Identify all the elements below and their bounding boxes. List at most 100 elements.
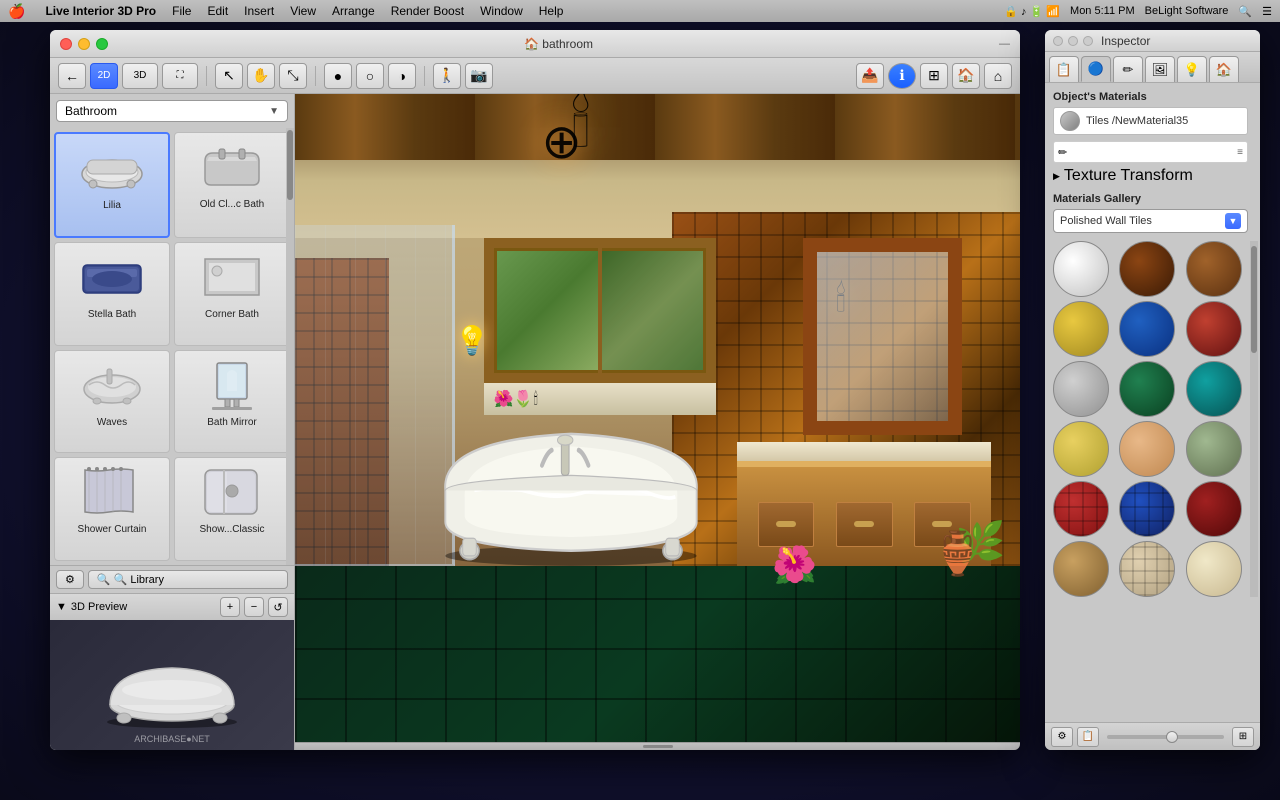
inspector-tl-2	[1068, 36, 1078, 46]
inspector-body: Object's Materials Tiles /NewMaterial35 …	[1045, 83, 1260, 750]
toolbar-pointer-btn[interactable]: ↖	[215, 63, 243, 89]
material-ball-white[interactable]	[1053, 241, 1109, 297]
toolbar-back-btn[interactable]: ←	[58, 63, 86, 89]
materials-grid-wrapper	[1053, 241, 1248, 597]
toolbar-3d-btn[interactable]: 3D	[122, 63, 158, 89]
menu-window[interactable]: Window	[480, 4, 523, 18]
window-titlebar: 🏠 bathroom —	[50, 30, 1020, 58]
inspector-footer-slider[interactable]	[1107, 735, 1224, 739]
preview-header[interactable]: ▼ 3D Preview + − ↺	[50, 594, 294, 620]
current-material-item[interactable]: Tiles /NewMaterial35	[1053, 107, 1248, 135]
items-grid: Lilia Old Cl...c Bath	[50, 128, 294, 565]
toolbar-camera-btn[interactable]: 📷	[465, 63, 493, 89]
toolbar-person-btn[interactable]: 🚶	[433, 63, 461, 89]
item-lilia[interactable]: Lilia	[54, 132, 170, 238]
settings-btn[interactable]: ⚙	[56, 570, 84, 589]
toolbar-house-btn[interactable]: 🏠	[952, 63, 980, 89]
menubar-menu-icon[interactable]: ☰	[1262, 5, 1272, 18]
item-corner-bath[interactable]: Corner Bath	[174, 242, 290, 346]
item-lilia-preview	[76, 138, 148, 198]
material-ball-cream[interactable]	[1186, 541, 1242, 597]
item-bath-mirror[interactable]: Bath Mirror	[174, 350, 290, 454]
material-ball-yellow[interactable]	[1053, 301, 1109, 357]
preview-3d-content: ARCHIBASE●NET	[50, 620, 294, 750]
material-ball-green-mid[interactable]	[1119, 361, 1175, 417]
inspector-footer-edit-btn[interactable]: 📋	[1077, 727, 1099, 747]
preview-zoom-out-btn[interactable]: −	[244, 597, 264, 617]
menu-view[interactable]: View	[290, 4, 316, 18]
materials-scrollbar[interactable]	[1250, 241, 1258, 597]
inspector-footer-add-btn[interactable]: ⚙	[1051, 727, 1073, 747]
texture-row[interactable]: ✏ ≡	[1053, 141, 1248, 163]
toolbar-share-btn[interactable]: 📤	[856, 63, 884, 89]
material-ball-sage[interactable]	[1186, 421, 1242, 477]
material-ball-tan[interactable]	[1053, 541, 1109, 597]
texture-transform-row[interactable]: ▶ Texture Transform	[1053, 167, 1248, 185]
window-title-text: bathroom	[542, 37, 593, 51]
inspector-tab-edit[interactable]: ✏	[1113, 56, 1143, 82]
window-close-button[interactable]	[60, 38, 72, 50]
viewport-resize-handle[interactable]	[295, 742, 1020, 750]
toolbar-sep-3	[424, 66, 425, 86]
toolbar-half-sphere-btn[interactable]: ◑	[388, 63, 416, 89]
texture-menu-icon[interactable]: ≡	[1237, 147, 1243, 158]
item-shower-curtain[interactable]: Shower Curtain	[54, 457, 170, 561]
material-ball-red-dark[interactable]	[1186, 481, 1242, 537]
menu-edit[interactable]: Edit	[207, 4, 228, 18]
menu-app-name[interactable]: Live Interior 3D Pro	[45, 4, 156, 18]
inspector-tab-home[interactable]: 🏠	[1209, 56, 1239, 82]
toolbar-sphere-btn[interactable]: ●	[324, 63, 352, 89]
item-old-bath[interactable]: Old Cl...c Bath	[174, 132, 290, 238]
inspector-footer-view-btn[interactable]: ⊞	[1232, 727, 1254, 747]
material-ball-beige-tile[interactable]	[1119, 541, 1175, 597]
item-show-classic[interactable]: Show...Classic	[174, 457, 290, 561]
menubar-search-icon[interactable]: 🔍	[1238, 5, 1252, 18]
inspector-tab-objects[interactable]: 📋	[1049, 56, 1079, 82]
library-btn[interactable]: 🔍 🔍 Library	[88, 570, 288, 589]
inspector-tab-materials[interactable]: 🔵	[1081, 56, 1111, 82]
material-ball-red-tile[interactable]	[1053, 481, 1109, 537]
material-ball-red-mid[interactable]	[1186, 301, 1242, 357]
gallery-dropdown[interactable]: Polished Wall Tiles ▼	[1053, 209, 1248, 233]
texture-input[interactable]	[1071, 144, 1233, 160]
material-ball-brown-mid[interactable]	[1186, 241, 1242, 297]
material-ball-peach[interactable]	[1119, 421, 1175, 477]
menu-insert[interactable]: Insert	[244, 4, 274, 18]
toolbar-3dhouse-btn[interactable]: ⌂	[984, 63, 1012, 89]
menu-help[interactable]: Help	[539, 4, 564, 18]
window-collapse-btn[interactable]: —	[999, 38, 1010, 50]
preview-title: 3D Preview	[71, 601, 127, 613]
toolbar-info-btn[interactable]: ℹ	[888, 63, 916, 89]
item-waves[interactable]: Waves	[54, 350, 170, 454]
toolbar-circle-btn[interactable]: ○	[356, 63, 384, 89]
category-dropdown[interactable]: Bathroom ▼	[56, 100, 288, 122]
preview-rotate-btn[interactable]: ↺	[268, 597, 288, 617]
library-label: 🔍 Library	[114, 573, 164, 586]
window-minimize-button[interactable]	[78, 38, 90, 50]
preview-zoom-in-btn[interactable]: +	[220, 597, 240, 617]
window-maximize-button[interactable]	[96, 38, 108, 50]
material-ball-blue-mid[interactable]	[1119, 301, 1175, 357]
menu-file[interactable]: File	[172, 4, 191, 18]
scene-floor	[295, 566, 1020, 750]
inspector-tab-image[interactable]: 🖼	[1145, 56, 1175, 82]
toolbar-2dview-btn[interactable]: ⊞	[920, 63, 948, 89]
toolbar-fullscreen-btn[interactable]: ⛶	[162, 63, 198, 89]
toolbar-orbit-btn[interactable]: ⤡	[279, 63, 307, 89]
material-ball-gray-light[interactable]	[1053, 361, 1109, 417]
sidebar-scrollbar[interactable]	[286, 128, 294, 565]
preview-expand-icon: ▼	[56, 601, 67, 613]
apple-menu[interactable]: 🍎	[8, 3, 25, 20]
toolbar-pan-btn[interactable]: ✋	[247, 63, 275, 89]
item-stella-bath[interactable]: Stella Bath	[54, 242, 170, 346]
menu-render-boost[interactable]: Render Boost	[391, 4, 464, 18]
toolbar-2d-btn[interactable]: 2D	[90, 63, 118, 89]
inspector-tl-3	[1083, 36, 1093, 46]
material-ball-blue-tile[interactable]	[1119, 481, 1175, 537]
objects-materials-title: Object's Materials	[1053, 91, 1248, 103]
material-ball-yellow-light[interactable]	[1053, 421, 1109, 477]
menu-arrange[interactable]: Arrange	[332, 4, 375, 18]
inspector-tab-light[interactable]: 💡	[1177, 56, 1207, 82]
material-ball-brown-dark[interactable]	[1119, 241, 1175, 297]
material-ball-teal[interactable]	[1186, 361, 1242, 417]
